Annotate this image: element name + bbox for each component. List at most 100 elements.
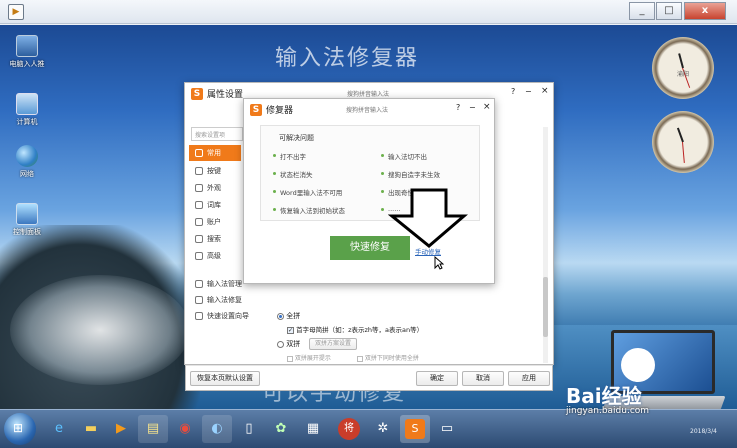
checkbox-label: 首字母简拼（如：z表示zh等，a表示an等） — [296, 326, 424, 334]
sidebar-item-dictionary[interactable]: 词库 — [189, 197, 241, 213]
calculator-icon: ▦ — [306, 421, 320, 436]
apply-button[interactable]: 应用 — [508, 371, 550, 386]
checkbox-label: 双拼下同时使用全拼 — [364, 355, 419, 362]
problem-item: 输入法切不出 — [381, 151, 427, 161]
checkbox-shuangpin-hint[interactable]: 双拼展开提示 — [287, 353, 331, 362]
globe-icon — [16, 145, 38, 167]
problem-item: 打不出字 — [273, 151, 306, 161]
cancel-button[interactable]: 取消 — [462, 371, 504, 386]
wave-splash — [10, 275, 190, 385]
taskbar-extra[interactable]: ▭ — [432, 415, 462, 443]
computer-icon — [16, 93, 38, 115]
sidebar-item-common[interactable]: 常用 — [189, 145, 241, 161]
sidebar-item-advanced[interactable]: 高级 — [189, 248, 241, 264]
taskbar-ie[interactable]: e — [44, 415, 74, 443]
checkbox-checked-icon: ✓ — [287, 326, 294, 334]
taskbar-chrome[interactable]: ◉ — [170, 415, 200, 443]
sidebar-item-keys[interactable]: 按键 — [189, 163, 241, 179]
sidebar-item-label: 按键 — [207, 167, 221, 175]
taskbar-app[interactable]: ✿ — [266, 415, 296, 443]
clock-gadget[interactable] — [652, 111, 714, 173]
checkbox-label: 双拼展开提示 — [294, 355, 331, 362]
problem-item: 搜狗自造字未生效 — [381, 169, 440, 179]
scrollbar-thumb[interactable] — [543, 277, 548, 337]
property-dialog-title: 属性设置 — [207, 90, 244, 100]
close-button[interactable]: x — [684, 2, 726, 20]
taskbar-settings[interactable]: ✲ — [368, 415, 398, 443]
window-icon: ▭ — [440, 421, 454, 436]
app-icon: ✿ — [275, 421, 287, 436]
restore-defaults-button[interactable]: 恢复本页默认设置 — [190, 371, 260, 386]
minimize-icon[interactable]: − — [525, 87, 532, 96]
repair-dialog-subtitle: 搜狗拼音输入法 — [346, 107, 389, 114]
checkbox-icon — [287, 355, 293, 362]
content-scrollbar[interactable] — [543, 127, 548, 363]
start-button[interactable]: ⊞ — [4, 413, 36, 445]
clock-gadget[interactable]: 渝阳 — [652, 37, 714, 99]
clock-label: 渝阳 — [676, 71, 689, 78]
taskbar-chess[interactable]: 将 — [334, 415, 364, 443]
flag-icon — [195, 312, 203, 320]
ok-button[interactable]: 确定 — [416, 371, 458, 386]
desktop-icon-control-panel[interactable]: 控制面板 — [2, 203, 52, 237]
taskbar-browser[interactable]: ◐ — [202, 415, 232, 443]
hour-hand — [676, 127, 684, 143]
repair-dialog-titlebar: S 修复器 搜狗拼音输入法 ? − × — [244, 99, 494, 121]
sidebar-item-quick-wizard[interactable]: 快速设置向导 — [189, 308, 259, 324]
minimize-button[interactable]: _ — [629, 2, 655, 20]
shuangpin-settings-button[interactable]: 双拼方案设置 — [309, 338, 357, 350]
desktop-icon-network[interactable]: 网络 — [2, 145, 52, 179]
sidebar-item-label: 外观 — [207, 184, 221, 192]
user-icon — [195, 218, 203, 226]
help-icon[interactable]: ? — [511, 87, 515, 96]
sidebar-item-ime-manage[interactable]: 输入法管理 — [189, 276, 249, 292]
desktop-icon-label: 网络 — [20, 170, 34, 178]
baidu-jingyan-logo: Bai经验 — [566, 384, 642, 408]
sidebar-item-label: 输入法修复 — [207, 296, 242, 304]
minimize-icon[interactable]: − — [469, 103, 476, 112]
settings-search-input[interactable]: 搜索设置项 — [191, 127, 243, 141]
checkbox-shouzimu[interactable]: ✓ 首字母简拼（如：z表示zh等，a表示an等） — [287, 324, 423, 334]
checkbox-shuangpin-full[interactable]: 双拼下同时使用全拼 — [357, 353, 419, 362]
taskbar-explorer[interactable]: ▬ — [76, 415, 106, 443]
monitor-icon — [16, 35, 38, 57]
keyboard-icon — [195, 167, 203, 175]
property-dialog-subtitle: 搜狗拼音输入法 — [347, 91, 390, 98]
sidebar-item-label: 高级 — [207, 252, 221, 260]
sidebar-item-search[interactable]: 搜索 — [189, 231, 241, 247]
close-icon[interactable]: × — [483, 102, 491, 112]
property-dialog-footer: 恢复本页默认设置 确定 取消 应用 — [185, 365, 553, 391]
hour-hand — [678, 53, 684, 69]
windows-logo-icon: ⊞ — [13, 421, 24, 435]
app-icon: ▶ — [8, 4, 24, 20]
window-titlebar: ▶ _ □ x — [0, 0, 737, 24]
checkbox-icon — [357, 355, 363, 362]
repair-dialog-title: 修复器 — [266, 106, 294, 116]
radio-unchecked-icon — [277, 340, 284, 348]
desktop-icon-label: 电脑入人推 — [9, 60, 45, 68]
radio-quanpin[interactable]: 全拼 — [277, 311, 300, 321]
sogou-icon: S — [405, 419, 425, 439]
taskbar-media[interactable]: ▶ — [106, 415, 136, 443]
sidebar-item-ime-repair[interactable]: 输入法修复 — [189, 292, 249, 308]
sidebar-item-appearance[interactable]: 外观 — [189, 180, 241, 196]
help-icon[interactable]: ? — [456, 103, 460, 112]
taskbar-calc[interactable]: ▦ — [298, 415, 328, 443]
desktop-icon-computer-tv[interactable]: 电脑入人推 — [2, 35, 52, 69]
taskbar-doc[interactable]: ▯ — [234, 415, 264, 443]
screen: ▶ _ □ x 输入法修复器 可以手动修复 电脑入人推 计算机 网络 控制面板 — [0, 0, 737, 448]
sidebar-item-account[interactable]: 账户 — [189, 214, 241, 230]
radio-shuangpin[interactable]: 双拼 — [277, 339, 300, 349]
sidebar-item-label: 常用 — [207, 149, 221, 157]
maximize-button[interactable]: □ — [656, 2, 682, 20]
watermark-top: 输入法修复器 — [275, 46, 420, 71]
taskbar-notes[interactable]: ▤ — [138, 415, 168, 443]
appearance-icon — [195, 184, 203, 192]
taskbar-clock[interactable]: 2018/3/4 — [690, 428, 717, 435]
document-icon: ▯ — [245, 421, 253, 436]
taskbar-sogou[interactable]: S — [400, 415, 430, 443]
close-icon[interactable]: × — [541, 86, 549, 96]
radio-label: 双拼 — [286, 340, 301, 348]
desktop-icon-computer[interactable]: 计算机 — [2, 93, 52, 127]
problem-item: 恢复输入法到初始状态 — [273, 205, 345, 215]
